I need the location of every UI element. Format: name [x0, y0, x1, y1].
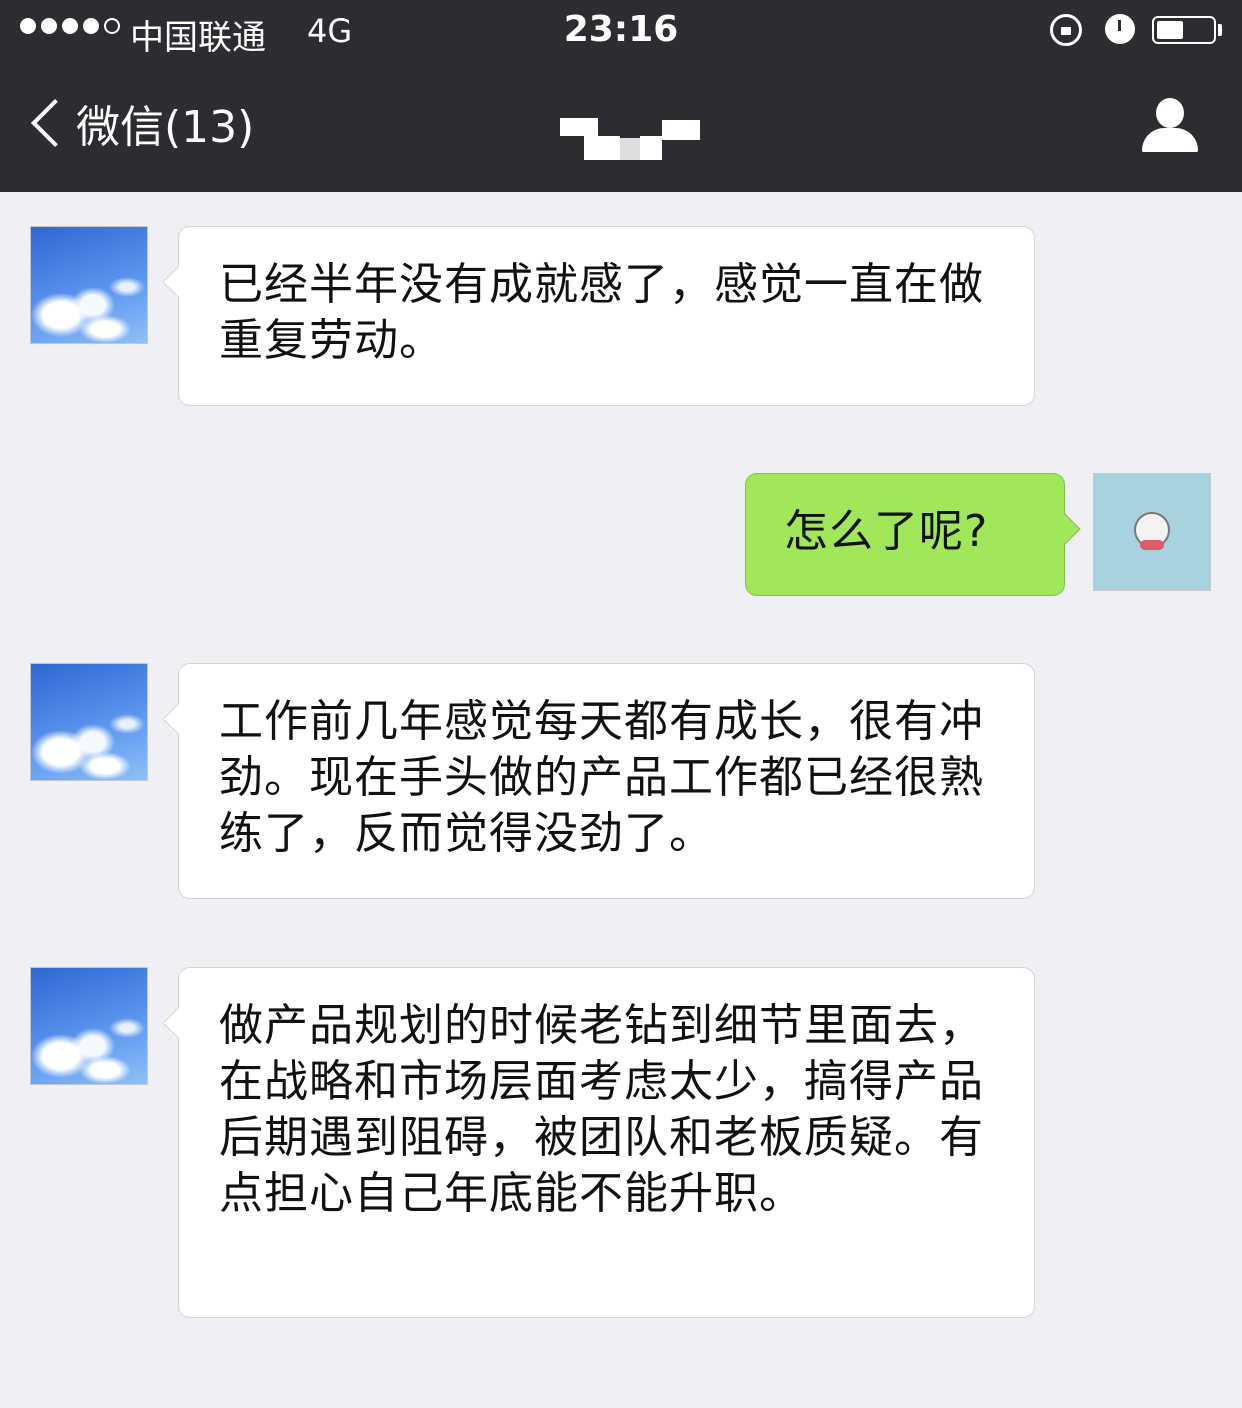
incoming-message-bubble[interactable]: 已经半年没有成就感了，感觉一直在做重复劳动。 [162, 226, 1035, 406]
battery-tip [1218, 24, 1222, 36]
contact-name-pixelated [560, 118, 710, 162]
contact-avatar[interactable] [30, 663, 148, 781]
status-bar: 中国联通 4G 23:16 [0, 0, 1242, 64]
chat-info-button[interactable] [1142, 98, 1198, 154]
outgoing-message-bubble[interactable]: 怎么了呢? [745, 473, 1081, 596]
chevron-left-icon [30, 98, 80, 148]
message-text: 怎么了呢? [784, 506, 989, 557]
person-icon [1156, 98, 1184, 128]
rotation-lock-icon [1050, 14, 1082, 46]
incoming-message-bubble[interactable]: 工作前几年感觉每天都有成长，很有冲劲。现在手头做的产品工作都已经很熟练了，反而觉… [162, 663, 1035, 899]
top-bar: 中国联通 4G 23:16 微信(13) [0, 0, 1242, 192]
battery-icon [1152, 16, 1216, 44]
contact-avatar[interactable] [30, 226, 148, 344]
message-text: 工作前几年感觉每天都有成长，很有冲劲。现在手头做的产品工作都已经很熟练了，反而觉… [219, 696, 984, 859]
my-avatar[interactable] [1093, 473, 1211, 591]
incoming-message-bubble[interactable]: 做产品规划的时候老钻到细节里面去，在战略和市场层面考虑太少，搞得产品后期遇到阻碍… [162, 967, 1035, 1318]
message-text: 已经半年没有成就感了，感觉一直在做重复劳动。 [219, 259, 984, 366]
message-text: 做产品规划的时候老钻到细节里面去，在战略和市场层面考虑太少，搞得产品后期遇到阻碍… [219, 1000, 984, 1219]
alarm-icon [1105, 14, 1135, 44]
contact-avatar[interactable] [30, 967, 148, 1085]
back-label: 微信(13) [76, 102, 255, 153]
